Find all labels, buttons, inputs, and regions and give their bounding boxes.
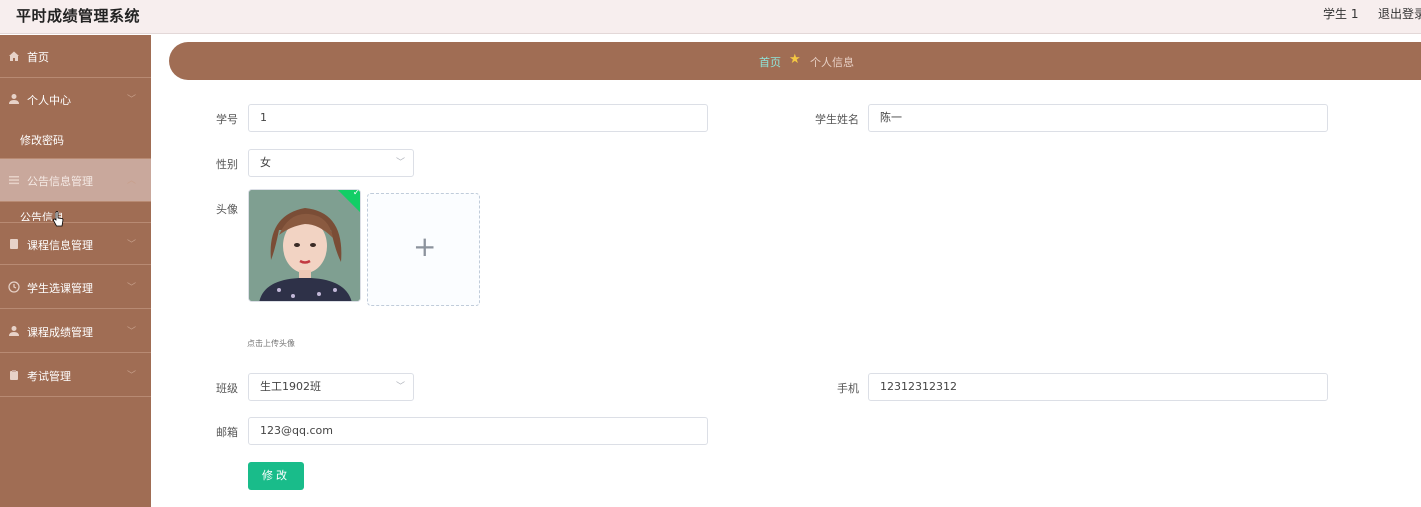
current-user-label: 学生 1 [1323,7,1359,21]
sidebar-item-label: 课程信息管理 [27,239,93,252]
gender-select-value: 女 [260,156,271,169]
sidebar-item-course-selection[interactable]: 学生选课管理 ﹀ [0,266,151,309]
gender-select[interactable]: 女 ﹀ [248,149,414,177]
app-title: 平时成绩管理系统 [16,7,141,25]
chevron-down-icon: ﹀ [127,371,137,381]
breadcrumb-home-link[interactable]: 首页 [759,54,781,70]
sidebar-item-label: 课程成绩管理 [27,326,93,339]
top-header: 平时成绩管理系统 学生 1 退出登录 [0,0,1421,34]
sidebar-item-label: 首页 [27,51,49,64]
student-name-label: 学生姓名 [815,113,859,126]
sidebar-item-label: 个人中心 [27,94,71,107]
chevron-up-icon: ︿ [127,176,137,186]
home-icon [8,50,20,62]
sidebar: 首页 个人中心 ﹀ 修改密码 公告信息管理 ︿ 公告信息 课程信息管理 ﹀ 学生… [0,35,151,507]
upload-tip-text: 点击上传头像 [247,339,295,348]
user-icon [8,325,20,337]
hand-cursor-icon [52,211,64,229]
chevron-down-icon: ﹀ [127,95,137,105]
sidebar-item-notice-management[interactable]: 公告信息管理 ︿ [0,159,151,202]
sidebar-subitem-change-password[interactable]: 修改密码 [0,119,151,159]
sidebar-subitem-notice-info[interactable]: 公告信息 [0,203,151,221]
chevron-down-icon: ﹀ [127,240,137,250]
update-button[interactable]: 修改 [248,462,304,490]
document-icon [8,238,20,250]
clipboard-icon [8,369,20,381]
avatar-label: 头像 [216,203,238,216]
chevron-down-icon: ﹀ [395,158,405,168]
sidebar-item-course-management[interactable]: 课程信息管理 ﹀ [0,222,151,265]
clock-icon [8,281,20,293]
plus-icon: + [413,230,437,263]
user-icon [8,93,20,105]
avatar-image[interactable]: ✓ [248,189,361,302]
portrait-photo [249,190,360,301]
class-select-value: 生工1902班 [260,380,321,393]
chevron-down-icon: ﹀ [395,382,405,392]
sidebar-item-label: 公告信息管理 [27,175,93,188]
sidebar-item-label: 考试管理 [27,370,71,383]
sidebar-item-label: 学生选课管理 [27,282,93,295]
phone-input[interactable]: 12312312312 [868,373,1328,401]
sidebar-item-personal-center[interactable]: 个人中心 ﹀ [0,78,151,121]
student-no-label: 学号 [216,113,238,126]
sidebar-subitem-label: 修改密码 [20,134,64,147]
chevron-down-icon: ﹀ [127,327,137,337]
sidebar-item-exam-management[interactable]: 考试管理 ﹀ [0,354,151,397]
class-label: 班级 [216,382,238,395]
menu-list-icon [8,174,20,186]
logout-link[interactable]: 退出登录 [1378,5,1421,22]
chevron-down-icon: ﹀ [127,283,137,293]
email-label: 邮箱 [216,426,238,439]
student-no-input[interactable]: 1 [248,104,708,132]
sidebar-item-grade-management[interactable]: 课程成绩管理 ﹀ [0,310,151,353]
upload-avatar-button[interactable]: + [367,193,480,306]
checkmark-icon: ✓ [352,189,361,199]
email-input[interactable]: 123@qq.com [248,417,708,445]
gender-label: 性别 [216,158,238,171]
phone-label: 手机 [837,382,859,395]
breadcrumb: 首页 ★ 个人信息 [169,42,1421,80]
sidebar-item-home[interactable]: 首页 [0,35,151,78]
class-select[interactable]: 生工1902班 ﹀ [248,373,414,401]
student-name-input[interactable]: 陈一 [868,104,1328,132]
star-icon: ★ [789,52,801,67]
breadcrumb-current: 个人信息 [810,56,854,69]
